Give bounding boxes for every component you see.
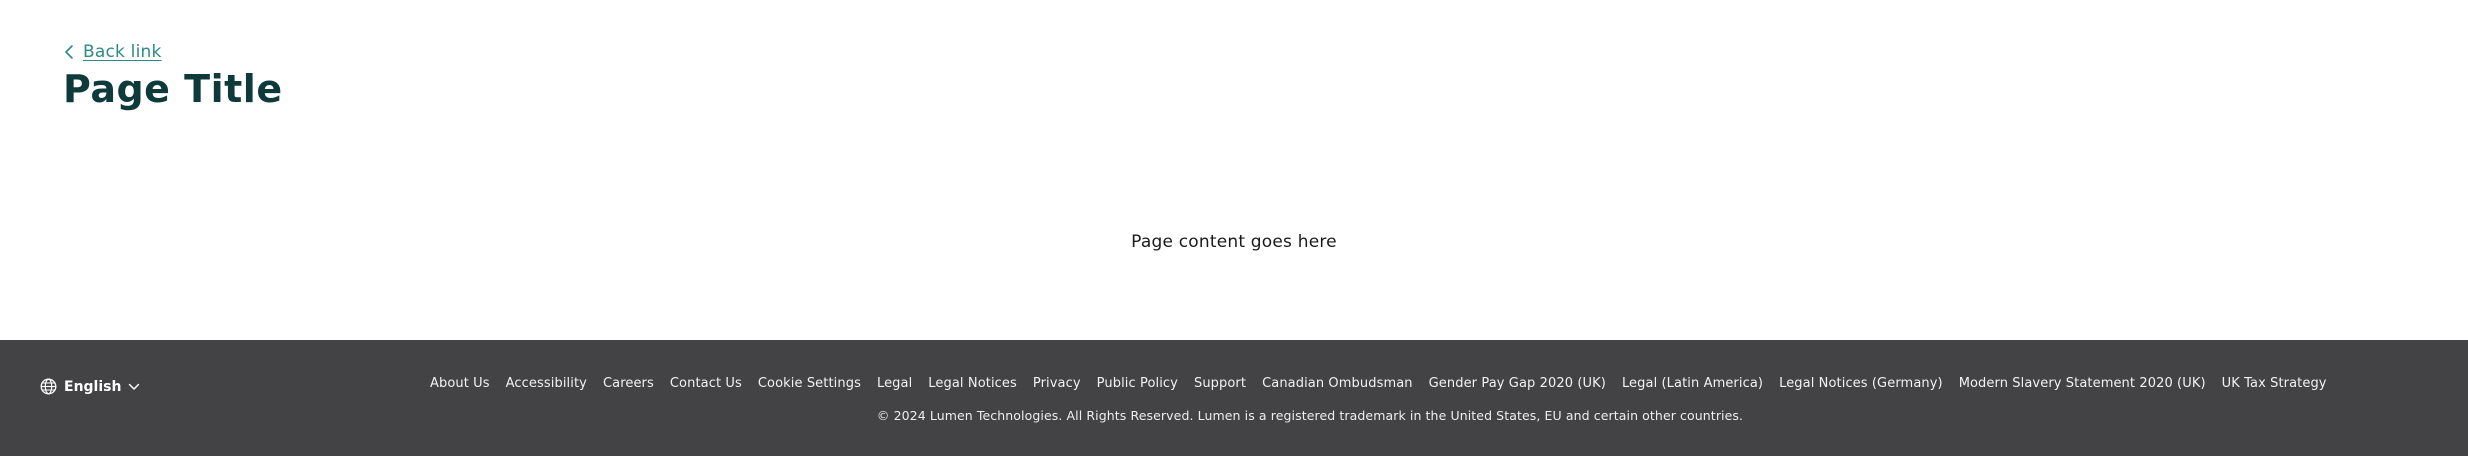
footer-link-accessibility[interactable]: Accessibility bbox=[506, 376, 587, 391]
footer-link-legal-latin-america[interactable]: Legal (Latin America) bbox=[1622, 376, 1763, 391]
language-selector[interactable]: English bbox=[40, 378, 140, 395]
footer-links: About Us Accessibility Careers Contact U… bbox=[430, 376, 2327, 391]
back-link[interactable]: Back link bbox=[63, 40, 283, 64]
copyright-text: © 2024 Lumen Technologies. All Rights Re… bbox=[876, 408, 1744, 423]
footer-link-privacy[interactable]: Privacy bbox=[1033, 376, 1081, 391]
footer-link-cookie-settings[interactable]: Cookie Settings bbox=[758, 376, 861, 391]
globe-icon bbox=[40, 378, 57, 395]
footer-link-legal[interactable]: Legal bbox=[877, 376, 912, 391]
footer-link-support[interactable]: Support bbox=[1194, 376, 1246, 391]
footer-link-public-policy[interactable]: Public Policy bbox=[1097, 376, 1178, 391]
page-header: Back link Page Title bbox=[63, 40, 283, 112]
footer-link-modern-slavery-statement[interactable]: Modern Slavery Statement 2020 (UK) bbox=[1959, 376, 2206, 391]
footer-link-about-us[interactable]: About Us bbox=[430, 376, 490, 391]
footer-link-legal-notices[interactable]: Legal Notices bbox=[928, 376, 1017, 391]
footer-link-uk-tax-strategy[interactable]: UK Tax Strategy bbox=[2222, 376, 2327, 391]
chevron-down-icon bbox=[128, 383, 140, 391]
footer-link-canadian-ombudsman[interactable]: Canadian Ombudsman bbox=[1262, 376, 1413, 391]
page-title: Page Title bbox=[63, 67, 283, 111]
footer-link-careers[interactable]: Careers bbox=[603, 376, 654, 391]
footer-link-contact-us[interactable]: Contact Us bbox=[670, 376, 742, 391]
page-content: Page content goes here bbox=[1131, 232, 1337, 252]
language-label: English bbox=[64, 378, 122, 395]
footer-link-legal-notices-germany[interactable]: Legal Notices (Germany) bbox=[1779, 376, 1943, 391]
chevron-left-icon bbox=[63, 43, 75, 61]
footer: English About Us Accessibility Careers C… bbox=[0, 340, 2468, 456]
footer-link-gender-pay-gap[interactable]: Gender Pay Gap 2020 (UK) bbox=[1429, 376, 1606, 391]
back-link-label: Back link bbox=[83, 42, 162, 62]
